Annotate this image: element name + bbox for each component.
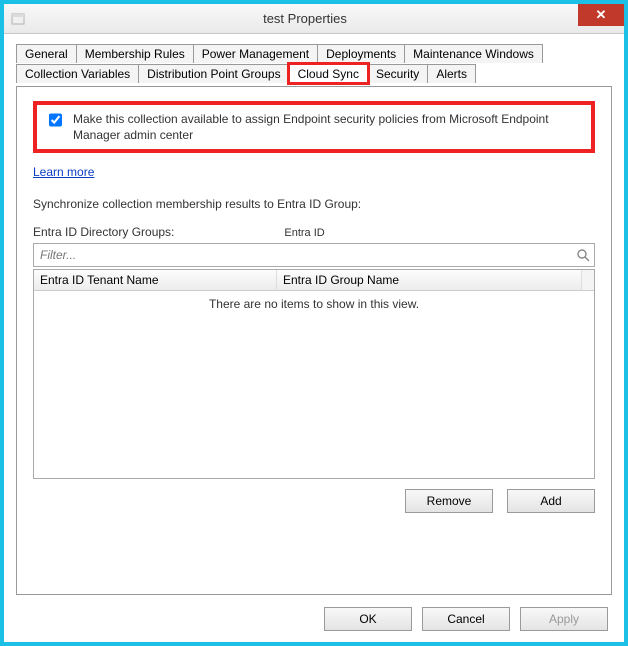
directory-groups-sublabel: Entra ID bbox=[284, 227, 324, 239]
tab-panel-cloud-sync: Make this collection available to assign… bbox=[16, 86, 612, 595]
titlebar: test Properties ✕ bbox=[4, 4, 624, 34]
endpoint-security-label: Make this collection available to assign… bbox=[73, 111, 583, 143]
tab-security[interactable]: Security bbox=[367, 64, 428, 83]
search-icon[interactable] bbox=[572, 248, 594, 262]
groups-listview: Entra ID Tenant Name Entra ID Group Name… bbox=[33, 269, 595, 479]
sync-description: Synchronize collection membership result… bbox=[33, 197, 595, 211]
tab-power-management[interactable]: Power Management bbox=[193, 44, 318, 63]
column-tenant-name[interactable]: Entra ID Tenant Name bbox=[34, 270, 277, 290]
remove-button[interactable]: Remove bbox=[405, 489, 493, 513]
add-button[interactable]: Add bbox=[507, 489, 595, 513]
tab-deployments[interactable]: Deployments bbox=[317, 44, 405, 63]
empty-message: There are no items to show in this view. bbox=[209, 297, 419, 311]
group-label-row: Entra ID Directory Groups: Entra ID bbox=[33, 225, 595, 239]
tab-distribution-point-groups[interactable]: Distribution Point Groups bbox=[138, 64, 289, 83]
ok-button[interactable]: OK bbox=[324, 607, 412, 631]
list-buttons: Remove Add bbox=[33, 489, 595, 513]
tabstrip: General Membership Rules Power Managemen… bbox=[16, 44, 612, 86]
directory-groups-label: Entra ID Directory Groups: bbox=[33, 225, 174, 239]
dialog-body: General Membership Rules Power Managemen… bbox=[4, 34, 624, 643]
tab-cloud-sync[interactable]: Cloud Sync bbox=[289, 64, 368, 83]
listview-header: Entra ID Tenant Name Entra ID Group Name bbox=[34, 270, 594, 291]
tab-maintenance-windows[interactable]: Maintenance Windows bbox=[404, 44, 543, 63]
cancel-button[interactable]: Cancel bbox=[422, 607, 510, 631]
apply-button[interactable]: Apply bbox=[520, 607, 608, 631]
tab-general[interactable]: General bbox=[16, 44, 77, 63]
dialog-buttons: OK Cancel Apply bbox=[16, 607, 612, 631]
column-group-name[interactable]: Entra ID Group Name bbox=[277, 270, 582, 290]
filter-box bbox=[33, 243, 595, 267]
tab-collection-variables[interactable]: Collection Variables bbox=[16, 64, 139, 83]
tab-alerts[interactable]: Alerts bbox=[427, 64, 476, 83]
tab-membership-rules[interactable]: Membership Rules bbox=[76, 44, 194, 63]
app-icon bbox=[10, 11, 26, 27]
window-title: test Properties bbox=[26, 11, 624, 26]
column-gap bbox=[582, 270, 594, 290]
endpoint-security-checkbox[interactable] bbox=[49, 113, 62, 127]
listview-body: There are no items to show in this view. bbox=[34, 291, 594, 478]
close-button[interactable]: ✕ bbox=[578, 4, 624, 26]
endpoint-security-option: Make this collection available to assign… bbox=[33, 101, 595, 153]
learn-more-link[interactable]: Learn more bbox=[33, 165, 94, 179]
filter-input[interactable] bbox=[34, 248, 572, 262]
